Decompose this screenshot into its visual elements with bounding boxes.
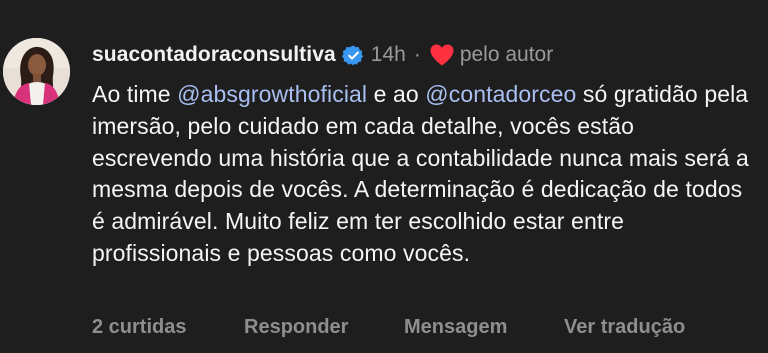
username[interactable]: suacontadoraconsultiva — [92, 43, 336, 67]
heart-icon — [429, 43, 455, 67]
timestamp: 14h — [370, 43, 406, 66]
comment-text: Ao time @absgrowthoficial e ao @contador… — [92, 79, 752, 270]
message-button[interactable]: Mensagem — [404, 316, 564, 339]
verified-badge-icon — [341, 44, 365, 67]
comment-text-part: e ao — [367, 81, 426, 107]
translate-button[interactable]: Ver tradução — [564, 316, 685, 339]
avatar[interactable] — [3, 38, 70, 105]
comment-text-part: Ao time — [92, 81, 178, 107]
mention-link[interactable]: @absgrowthoficial — [177, 81, 367, 107]
liked-by-author-label: pelo autor — [459, 43, 554, 66]
likes-count-button[interactable]: 2 curtidas — [92, 316, 244, 339]
reply-button[interactable]: Responder — [244, 316, 404, 339]
comment-text-part: só gratidão pela imersão, pelo cuidado e… — [92, 81, 749, 266]
comment-actions: 2 curtidas Responder Mensagem Ver traduç… — [92, 316, 685, 339]
comment-header: suacontadoraconsultiva 14h · pelo autor — [92, 38, 553, 72]
mention-link[interactable]: @contadorceo — [425, 81, 576, 107]
separator-dot: · — [413, 43, 421, 66]
